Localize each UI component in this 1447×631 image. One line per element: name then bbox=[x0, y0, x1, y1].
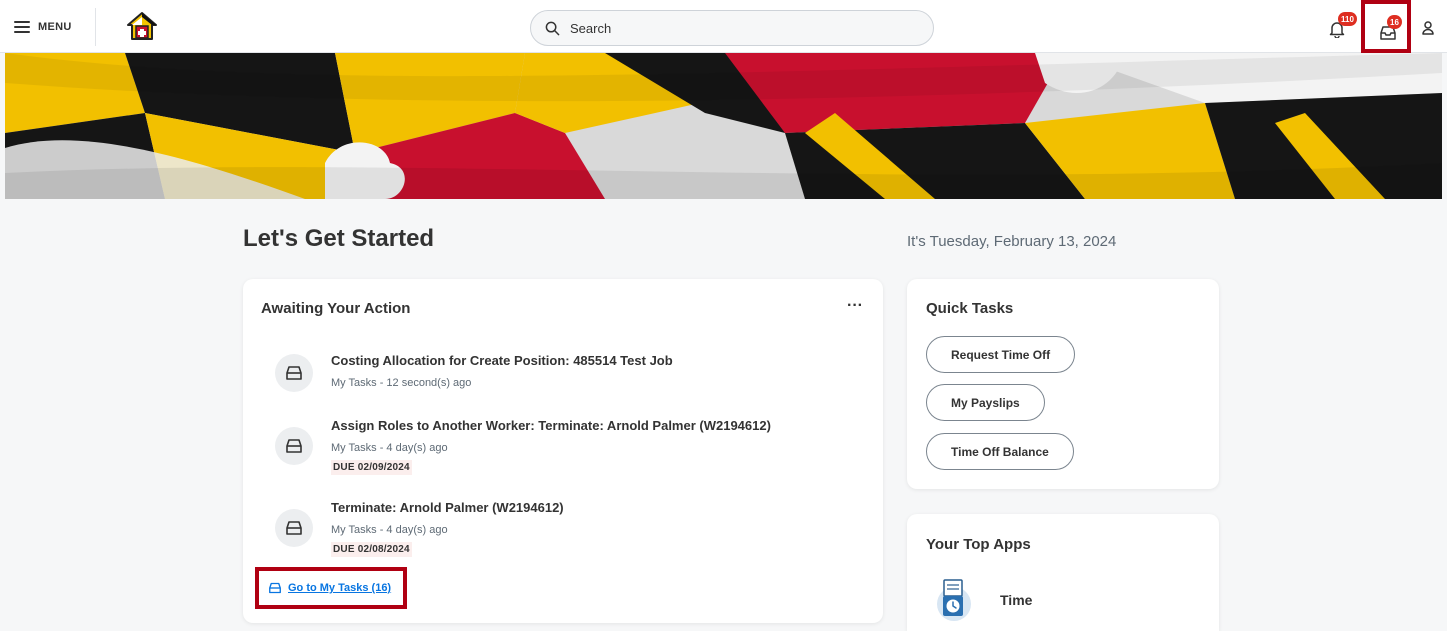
search-icon bbox=[545, 21, 560, 35]
notifications-badge: 110 bbox=[1338, 12, 1357, 26]
more-options-button[interactable]: ··· bbox=[841, 298, 869, 319]
task-meta: My Tasks - 4 day(s) ago bbox=[331, 442, 448, 454]
due-date-badge: DUE 02/08/2024 bbox=[331, 542, 412, 557]
task-meta: My Tasks - 4 day(s) ago bbox=[331, 524, 448, 536]
task-title[interactable]: Costing Allocation for Create Position: … bbox=[331, 353, 673, 368]
inbox-badge: 16 bbox=[1387, 15, 1402, 29]
inbox-tray-icon bbox=[269, 582, 281, 594]
top-apps-title: Your Top Apps bbox=[926, 536, 1031, 553]
awaiting-action-card: Awaiting Your Action ··· Costing Allocat… bbox=[243, 279, 883, 623]
profile-icon[interactable] bbox=[1418, 18, 1438, 38]
my-payslips-button[interactable]: My Payslips bbox=[926, 384, 1045, 421]
search-input[interactable] bbox=[570, 20, 890, 36]
task-title[interactable]: Assign Roles to Another Worker: Terminat… bbox=[331, 418, 771, 433]
go-to-my-tasks-highlight: Go to My Tasks (16) bbox=[255, 567, 407, 609]
time-app-icon bbox=[937, 579, 971, 621]
flag-banner-image bbox=[5, 53, 1442, 199]
task-title[interactable]: Terminate: Arnold Palmer (W2194612) bbox=[331, 500, 564, 515]
app-time[interactable]: Time bbox=[934, 578, 1032, 622]
notifications-button[interactable]: 110 bbox=[1328, 12, 1358, 40]
inbox-button[interactable]: 16 bbox=[1377, 15, 1403, 44]
time-off-balance-button[interactable]: Time Off Balance bbox=[926, 433, 1074, 470]
go-to-my-tasks-link[interactable]: Go to My Tasks (16) bbox=[288, 582, 391, 594]
task-meta: My Tasks - 12 second(s) ago bbox=[331, 377, 472, 389]
inbox-tray-icon bbox=[275, 509, 313, 547]
menu-button[interactable]: MENU bbox=[14, 16, 72, 38]
due-date-badge: DUE 02/09/2024 bbox=[331, 460, 412, 475]
inbox-tray-icon bbox=[275, 354, 313, 392]
divider bbox=[95, 8, 96, 46]
inbox-tray-icon bbox=[275, 427, 313, 465]
quick-tasks-card: Quick Tasks Request Time Off My Payslips… bbox=[907, 279, 1219, 489]
hamburger-icon bbox=[14, 21, 30, 33]
top-bar: MENU 110 16 bbox=[0, 0, 1447, 53]
inbox-highlight: 16 bbox=[1361, 0, 1411, 53]
awaiting-action-title: Awaiting Your Action bbox=[261, 300, 411, 317]
top-apps-card: Your Top Apps Time bbox=[907, 514, 1219, 631]
app-label: Time bbox=[1000, 592, 1033, 608]
home-logo-icon[interactable] bbox=[126, 11, 158, 41]
page-title: Let's Get Started bbox=[243, 225, 435, 252]
menu-label: MENU bbox=[38, 21, 72, 33]
quick-tasks-title: Quick Tasks bbox=[926, 300, 1014, 317]
current-date: It's Tuesday, February 13, 2024 bbox=[907, 233, 1117, 250]
request-time-off-button[interactable]: Request Time Off bbox=[926, 336, 1076, 373]
search-bar[interactable] bbox=[530, 10, 934, 46]
